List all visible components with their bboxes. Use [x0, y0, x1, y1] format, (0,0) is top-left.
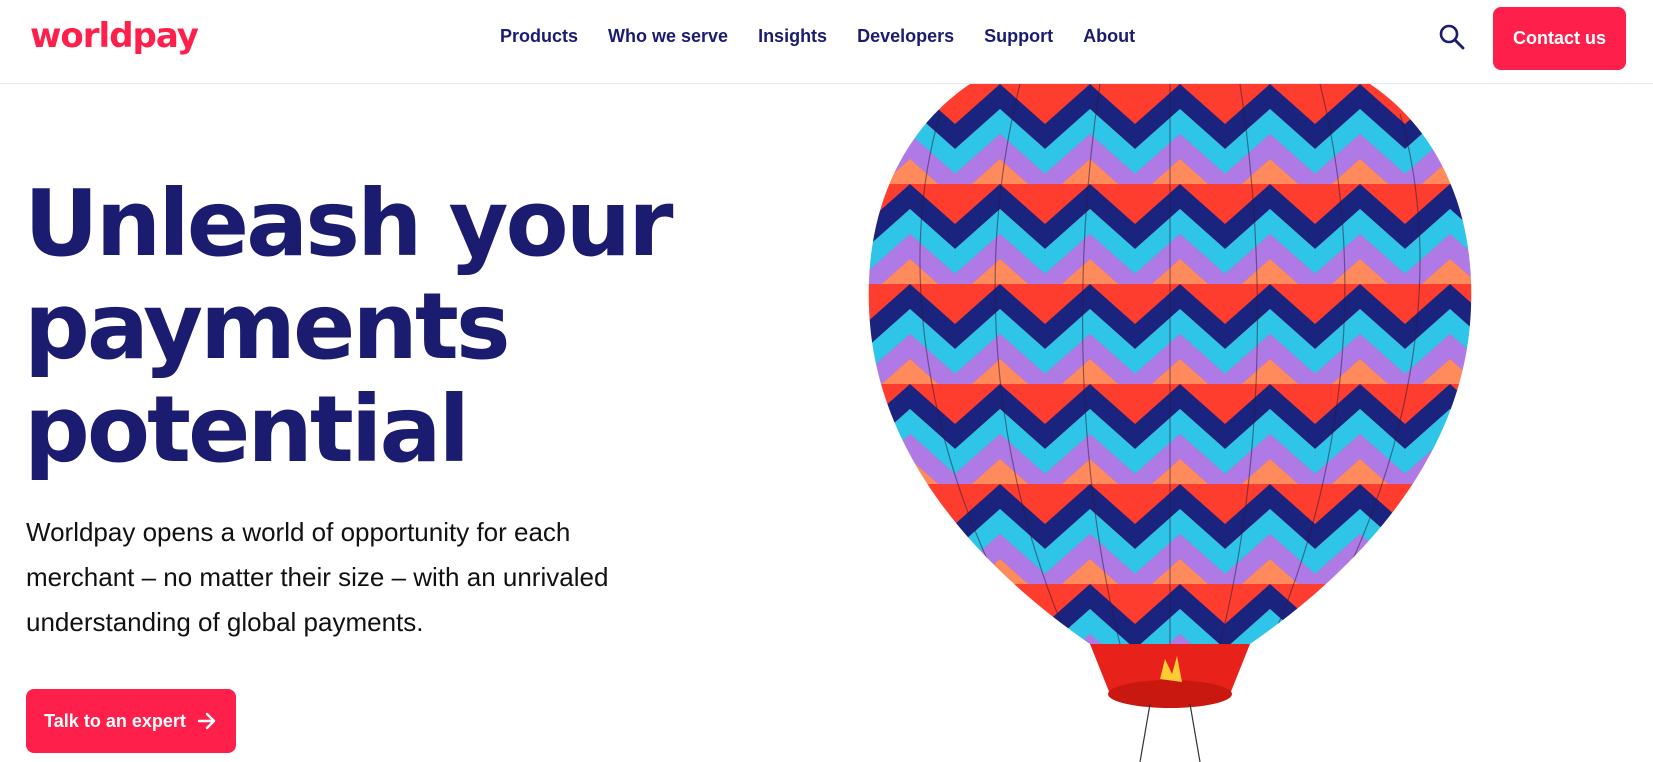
hero-title: Unleash your payments potential [24, 172, 744, 481]
nav-item-about[interactable]: About [1083, 26, 1135, 47]
cta-label: Talk to an expert [44, 710, 186, 731]
site-header: worldpay Products Who we serve Insights … [0, 0, 1653, 84]
nav-item-products[interactable]: Products [500, 26, 578, 47]
worldpay-logo[interactable]: worldpay [30, 14, 199, 58]
nav-item-developers[interactable]: Developers [857, 26, 954, 47]
hero-description: Worldpay opens a world of opportunity fo… [26, 510, 686, 645]
contact-us-button[interactable]: Contact us [1493, 7, 1626, 70]
talk-to-expert-button[interactable]: Talk to an expert [26, 689, 236, 753]
hero-title-line: payments [24, 273, 511, 380]
hero-description-line: Worldpay opens a world of opportunity fo… [26, 517, 571, 547]
nav-item-support[interactable]: Support [984, 26, 1053, 47]
hero-title-line: potential [24, 376, 470, 483]
nav-item-who-we-serve[interactable]: Who we serve [608, 26, 728, 47]
hero-description-line: understanding of global payments. [26, 607, 424, 637]
nav-item-insights[interactable]: Insights [758, 26, 827, 47]
hot-air-balloon-image [868, 84, 1472, 762]
hero-description-line: merchant – no matter their size – with a… [26, 562, 609, 592]
main-nav: Products Who we serve Insights Developer… [500, 22, 1165, 50]
arrow-right-icon [197, 712, 216, 730]
hero-title-line: Unleash your [24, 170, 674, 277]
search-icon[interactable] [1437, 22, 1467, 52]
